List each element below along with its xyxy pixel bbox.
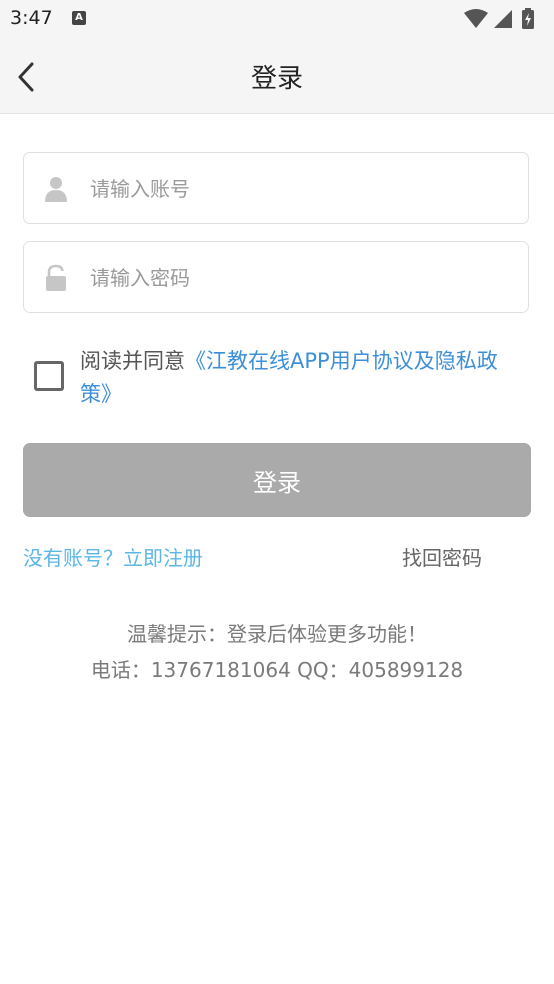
status-time: 3:47: [10, 7, 53, 29]
login-button[interactable]: 登录: [23, 443, 531, 517]
a-badge-icon: A: [72, 11, 86, 25]
battery-charging-icon: [522, 8, 534, 29]
register-link[interactable]: 没有账号？立即注册: [23, 542, 203, 571]
tip-text: 温馨提示：登录后体验更多功能！: [127, 622, 427, 646]
password-field[interactable]: [23, 241, 529, 313]
nav-bar: 登录: [0, 38, 554, 114]
user-icon: [45, 177, 67, 202]
signal-icon: [494, 10, 512, 28]
agreement-prefix: 阅读并同意: [80, 349, 185, 373]
contact-text: 电话：13767181064 QQ：405899128: [90, 658, 464, 682]
account-input[interactable]: [88, 167, 512, 211]
agreement-checkbox[interactable]: [34, 361, 64, 391]
status-icons: [464, 8, 534, 29]
forgot-password-link[interactable]: 找回密码: [402, 542, 482, 571]
wifi-icon: [464, 9, 488, 28]
lock-icon: [46, 264, 66, 291]
password-input[interactable]: [88, 256, 512, 300]
agreement-text: 阅读并同意《江教在线APP用户协议及隐私政策》: [80, 345, 520, 411]
account-field[interactable]: [23, 152, 529, 224]
page-title: 登录: [250, 64, 303, 94]
status-bar: 3:47 A: [0, 0, 554, 38]
